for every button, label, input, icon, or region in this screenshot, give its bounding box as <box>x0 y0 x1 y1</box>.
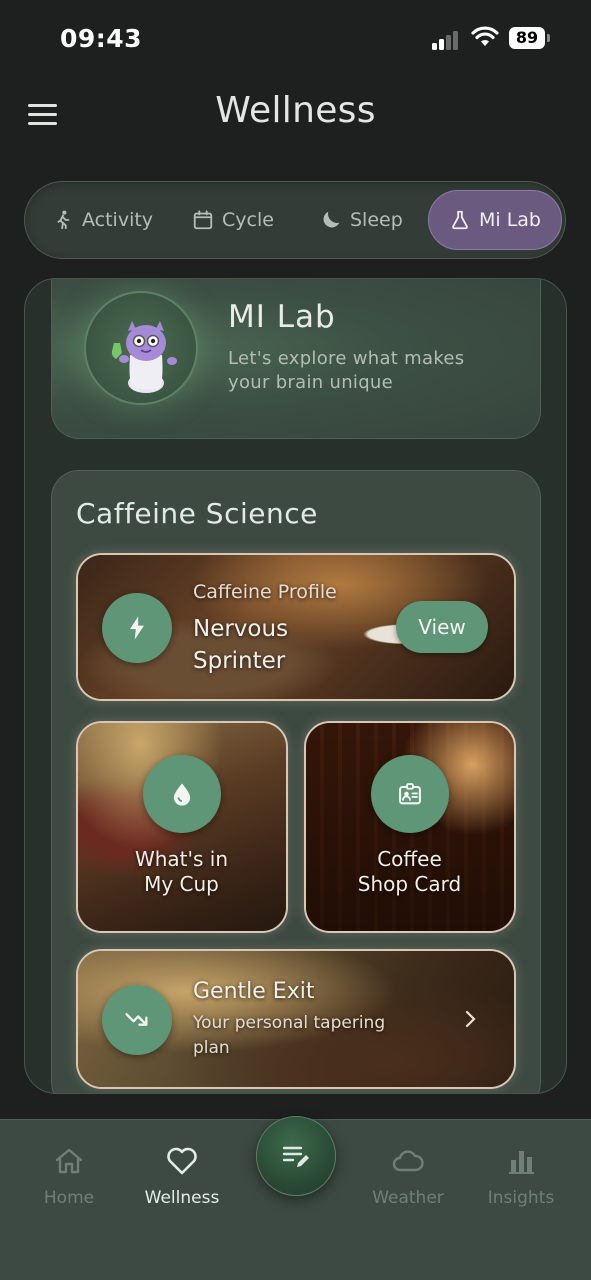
exit-subtitle-line1: Your personal tapering <box>193 1013 386 1033</box>
nav-wellness[interactable]: Wellness <box>127 1144 237 1208</box>
home-icon <box>55 1148 83 1174</box>
exit-subtitle-line2: plan <box>193 1038 230 1058</box>
heart-icon <box>167 1147 197 1175</box>
section-title: Caffeine Science <box>76 497 318 530</box>
cup-label: What's in My Cup <box>78 847 285 897</box>
tab-label: Sleep <box>350 209 403 231</box>
caffeine-profile-card[interactable]: Caffeine Profile Nervous Sprinter View <box>76 553 516 701</box>
nav-label: Insights <box>487 1188 555 1208</box>
walking-icon <box>57 210 70 230</box>
shop-label: Coffee Shop Card <box>306 847 513 897</box>
flask-icon <box>452 210 468 230</box>
page-title: Wellness <box>215 90 376 131</box>
bar-chart-icon <box>509 1151 534 1174</box>
view-button[interactable]: View <box>396 601 488 653</box>
shop-label-line2: Shop Card <box>357 872 462 896</box>
bottom-navigation: Home Wellness Weather Insights <box>0 1116 591 1280</box>
cloud-icon <box>392 1150 424 1172</box>
nav-label: Weather <box>372 1188 444 1208</box>
cup-label-line1: What's in <box>134 847 229 871</box>
profile-value-line2: Sprinter <box>193 648 286 674</box>
journal-fab-button[interactable] <box>256 1116 336 1196</box>
id-card-icon <box>371 755 449 833</box>
exit-subtitle: Your personal tapering plan <box>193 1011 385 1061</box>
gentle-exit-card[interactable]: Gentle Exit Your personal tapering plan <box>76 949 516 1089</box>
moon-icon <box>323 211 340 228</box>
hero-subtitle: Let's explore what makes your brain uniq… <box>228 348 465 393</box>
shop-label-line1: Coffee <box>377 847 442 871</box>
calendar-icon <box>193 210 213 230</box>
nav-weather[interactable]: Weather <box>353 1144 463 1208</box>
hero-title: MI Lab <box>228 299 336 335</box>
tab-sleep[interactable]: Sleep <box>320 190 403 250</box>
nav-label: Wellness <box>144 1188 220 1208</box>
chevron-right-icon <box>465 1010 476 1028</box>
water-drop-icon <box>143 755 221 833</box>
mascot-avatar <box>84 291 198 405</box>
signal-icon <box>432 30 462 50</box>
tab-label: Mi Lab <box>478 209 541 231</box>
cup-label-line2: My Cup <box>144 872 219 896</box>
tab-label: Cycle <box>222 209 274 231</box>
wifi-icon <box>471 26 499 46</box>
status-bar: 09:43 89 <box>0 0 591 80</box>
profile-label: Caffeine Profile <box>193 581 337 603</box>
status-time: 09:43 <box>60 24 143 53</box>
nav-insights[interactable]: Insights <box>466 1144 576 1208</box>
exit-title: Gentle Exit <box>193 979 315 1004</box>
mi-lab-panel: MI Lab Let's explore what makes your bra… <box>24 278 567 1094</box>
profile-value-line1: Nervous <box>193 616 289 642</box>
caffeine-science-section: Caffeine Science Caffeine Profile Nervou… <box>51 470 541 1093</box>
tab-cycle[interactable]: Cycle <box>192 190 274 250</box>
tab-activity[interactable]: Activity <box>52 190 153 250</box>
battery-indicator: 89 <box>509 27 550 49</box>
profile-value: Nervous Sprinter <box>193 613 288 677</box>
trending-down-icon <box>102 985 172 1055</box>
tab-label: Activity <box>82 209 154 231</box>
tab-mi-lab[interactable]: Mi Lab <box>428 190 562 250</box>
mascot-icon <box>111 321 177 393</box>
lightning-icon <box>102 593 172 663</box>
coffee-shop-card[interactable]: Coffee Shop Card <box>304 721 516 933</box>
nav-home[interactable]: Home <box>14 1144 124 1208</box>
edit-note-icon <box>282 1146 309 1167</box>
nav-label: Home <box>43 1188 95 1208</box>
whats-in-my-cup-card[interactable]: What's in My Cup <box>76 721 288 933</box>
wellness-tabs: Activity Cycle Sleep Mi Lab <box>24 181 566 259</box>
mi-lab-hero: MI Lab Let's explore what makes your bra… <box>51 279 541 439</box>
